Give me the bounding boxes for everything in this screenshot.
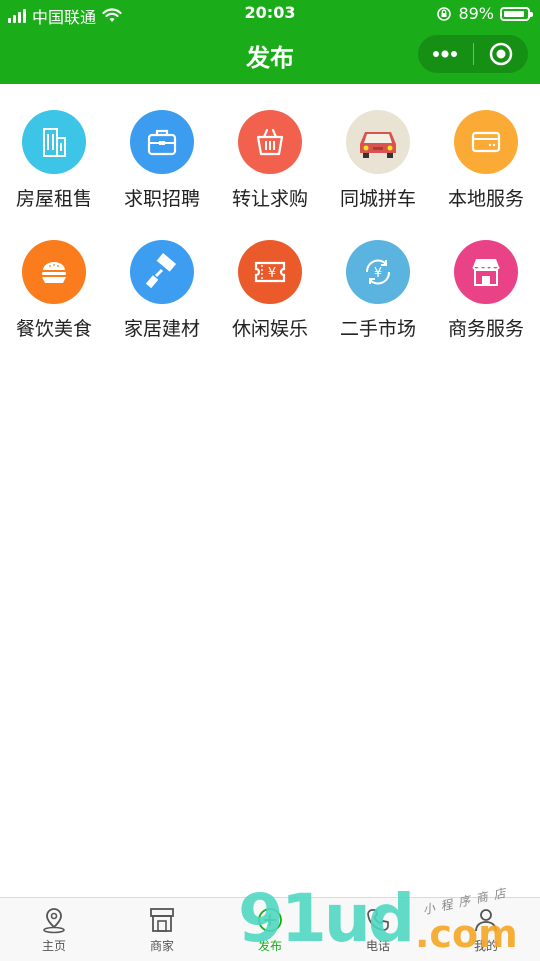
category-label: 家居建材 <box>123 318 200 340</box>
category-jobs[interactable]: 求职招聘 <box>108 110 216 240</box>
category-icon-circle <box>238 110 302 174</box>
svg-text:¥: ¥ <box>374 266 382 281</box>
nav-bar: 发布 <box>0 26 540 84</box>
ticket-icon: ¥ <box>254 261 286 283</box>
category-label: 同城拼车 <box>339 188 416 210</box>
category-label: 房屋租售 <box>15 188 92 210</box>
tab-label: 主页 <box>41 939 66 953</box>
category-icon-circle <box>130 240 194 304</box>
category-home-building[interactable]: 家居建材 <box>108 240 216 370</box>
category-carpool[interactable]: 同城拼车 <box>324 110 432 240</box>
tab-home[interactable]: 主页 <box>0 898 108 961</box>
category-label: 二手市场 <box>339 318 416 340</box>
category-food[interactable]: 餐饮美食 <box>0 240 108 370</box>
category-second-hand[interactable]: ¥ 二手市场 <box>324 240 432 370</box>
category-label: 转让求购 <box>231 188 308 210</box>
briefcase-icon <box>147 129 177 156</box>
category-label: 本地服务 <box>447 188 524 210</box>
paint-roller-icon <box>145 253 177 289</box>
category-transfer-buy[interactable]: 转让求购 <box>216 110 324 240</box>
more-button[interactable] <box>418 35 473 73</box>
tab-merchants[interactable]: 商家 <box>108 898 216 961</box>
miniprogram-capsule <box>418 35 528 73</box>
watermark-domain: .com <box>415 912 518 956</box>
category-label: 餐饮美食 <box>15 318 92 340</box>
yuan-cycle-icon: ¥ <box>365 259 391 285</box>
category-label: 商务服务 <box>447 318 524 340</box>
category-icon-circle <box>22 110 86 174</box>
watermark-logo: 91ud <box>238 880 415 957</box>
card-icon <box>471 131 501 153</box>
category-grid: 房屋租售 求职招聘 转让求购 同城拼车 本地服务 餐饮美食 家居建材 ¥ 休闲娱… <box>0 110 540 370</box>
category-icon-circle <box>346 110 410 174</box>
basket-icon <box>256 128 284 156</box>
category-icon-circle <box>130 110 194 174</box>
category-icon-circle <box>454 240 518 304</box>
shop-icon <box>472 259 500 286</box>
category-icon-circle: ¥ <box>238 240 302 304</box>
category-house-rental[interactable]: 房屋租售 <box>0 110 108 240</box>
svg-text:¥: ¥ <box>268 266 276 281</box>
category-label: 求职招聘 <box>123 188 200 210</box>
rotation-lock-icon <box>437 6 452 21</box>
location-pin-icon <box>43 908 65 934</box>
category-local-services[interactable]: 本地服务 <box>432 110 540 240</box>
target-close-icon <box>489 42 512 66</box>
burger-icon <box>42 262 66 283</box>
building-icon <box>43 128 66 157</box>
category-business-services[interactable]: 商务服务 <box>432 240 540 370</box>
category-icon-circle: ¥ <box>346 240 410 304</box>
category-icon-circle <box>454 110 518 174</box>
store-icon <box>150 908 174 932</box>
battery-icon <box>500 6 533 21</box>
battery-percent: 89% <box>458 4 494 23</box>
category-label: 休闲娱乐 <box>231 318 308 340</box>
more-dots-icon <box>433 50 458 58</box>
tab-label: 商家 <box>149 939 174 953</box>
status-bar: 中国联通 20:03 89% <box>0 0 540 27</box>
car-icon <box>360 132 396 158</box>
category-entertainment[interactable]: ¥ 休闲娱乐 <box>216 240 324 370</box>
close-miniprogram-button[interactable] <box>474 35 529 73</box>
category-icon-circle <box>22 240 86 304</box>
